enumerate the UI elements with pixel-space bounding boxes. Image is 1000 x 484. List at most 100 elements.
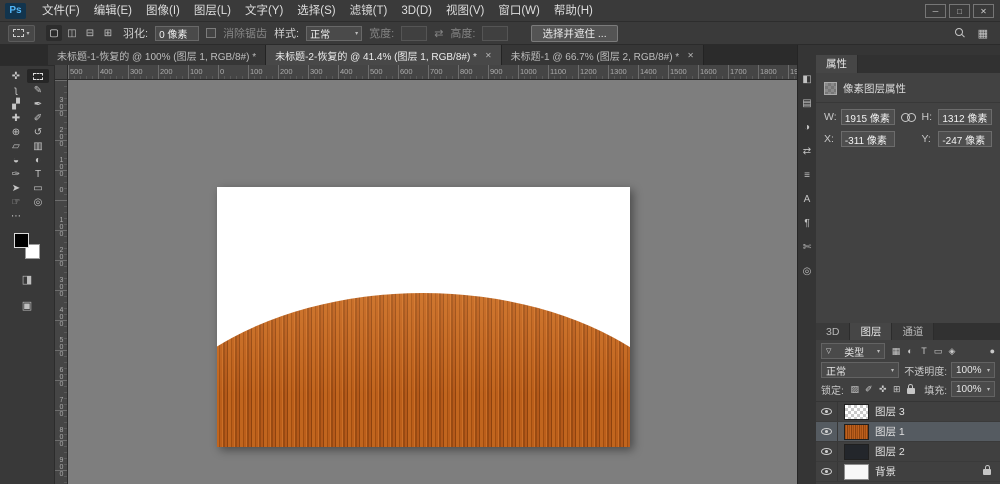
panel-adjustments-icon[interactable]: ◑ [798,115,816,139]
layer-visibility-toggle[interactable] [816,422,838,441]
panel-swatches-icon[interactable]: ▤ [798,91,816,115]
anti-alias-checkbox[interactable] [206,28,216,38]
lasso-tool[interactable]: ʅ [5,83,27,97]
menu-item[interactable]: 图像(I) [139,0,187,22]
lock-all-icon[interactable] [904,382,918,397]
workspace-switcher-icon[interactable]: ▦ [978,27,988,40]
new-selection-icon[interactable]: ▢ [46,25,62,41]
layer-filter-toggle-icon[interactable]: ● [990,346,995,356]
subtract-from-selection-icon[interactable]: ⊟ [82,25,98,41]
brush-tool[interactable]: ✐ [27,111,49,125]
layer-thumbnail[interactable] [844,444,869,460]
menu-item[interactable]: 选择(S) [290,0,342,22]
layer-visibility-toggle[interactable] [816,462,838,481]
menu-item[interactable]: 滤镜(T) [343,0,395,22]
layer-filter-select[interactable]: ▽ 类型 ▾ [821,343,885,359]
document-tab[interactable]: 未标题-2-恢复的 @ 41.4% (图层 1, RGB/8#) *✕ [266,45,502,65]
panel-character-icon[interactable]: A [798,187,816,211]
tab-close-icon[interactable]: ✕ [687,51,694,60]
dodge-tool[interactable]: ◐ [27,153,49,167]
history-brush-tool[interactable]: ↺ [27,125,49,139]
document-tab[interactable]: 未标题-1-恢复的 @ 100% (图层 1, RGB/8#) * [48,45,266,65]
type-tool[interactable]: T [27,167,49,181]
crop-tool[interactable]: ▞ [5,97,27,111]
add-to-selection-icon[interactable]: ◫ [64,25,80,41]
filter-shape-layers-icon[interactable]: ▭ [931,344,945,359]
menu-item[interactable]: 图层(L) [187,0,238,22]
layers-panel-tab[interactable]: 通道 [892,323,934,341]
layer-thumbnail[interactable] [844,464,869,480]
filter-type-layers-icon[interactable]: T [917,344,931,359]
menu-item[interactable]: 文件(F) [35,0,87,22]
rectangle-tool[interactable]: ▭ [27,181,49,195]
filter-adjustment-layers-icon[interactable]: ◐ [903,344,917,359]
screen-mode-icon[interactable]: ▣ [0,299,54,312]
lock-position-icon[interactable]: ✜ [876,382,890,397]
menu-item[interactable]: 窗口(W) [491,0,547,22]
layer-row[interactable]: 图层 3 [816,402,1000,422]
filter-pixel-layers-icon[interactable]: ▦ [889,344,903,359]
gradient-tool[interactable]: ▥ [27,139,49,153]
width-input[interactable] [401,26,427,41]
pen-tool[interactable]: ✑ [5,167,27,181]
layers-panel-tab[interactable]: 3D [816,323,850,341]
tab-properties[interactable]: 属性 [816,55,858,73]
layers-panel-tab[interactable]: 图层 [850,323,892,341]
vertical-ruler[interactable]: 3002001000100200300400500600700800900 [55,80,68,484]
opacity-select[interactable]: 100% ▾ [951,362,995,378]
current-tool-preset[interactable]: ▾ [8,25,35,42]
layer-row[interactable]: 图层 1 [816,422,1000,442]
panel-paragraph-icon[interactable]: ¶ [798,211,816,235]
menu-item[interactable]: 文字(Y) [238,0,290,22]
height-input[interactable] [482,26,508,41]
edit-toolbar-icon[interactable]: ⋯ [5,209,27,223]
filter-smart-objects-icon[interactable]: ◈ [945,344,959,359]
eyedropper-tool[interactable]: ✒ [27,97,49,111]
canvas-area[interactable] [68,80,797,484]
menu-item[interactable]: 编辑(E) [87,0,139,22]
tab-close-icon[interactable]: ✕ [485,51,492,60]
quick-mask-icon[interactable]: ◨ [0,273,54,286]
fill-select[interactable]: 100% ▾ [951,381,995,397]
layer-row[interactable]: 背景 [816,462,1000,482]
layer-row[interactable]: 图层 2 [816,442,1000,462]
lock-transparency-icon[interactable]: ▨ [848,382,862,397]
foreground-color-swatch[interactable] [14,233,29,248]
blend-mode-select[interactable]: 正常 ▾ [821,362,899,378]
spot-healing-brush-tool[interactable]: ✚ [5,111,27,125]
menu-item[interactable]: 帮助(H) [547,0,600,22]
hand-tool[interactable]: ☞ [5,195,27,209]
select-and-mask-button[interactable]: 选择并遮住 ... [531,25,617,42]
eraser-tool[interactable]: ▱ [5,139,27,153]
layer-thumbnail[interactable] [844,424,869,440]
panel-color-icon[interactable]: ◧ [798,67,816,91]
menu-item[interactable]: 视图(V) [439,0,491,22]
lock-paint-icon[interactable]: ✐ [862,382,876,397]
zoom-tool[interactable]: ◎ [27,195,49,209]
clone-stamp-tool[interactable]: ⊕ [5,125,27,139]
search-icon[interactable] [955,28,965,38]
link-dimensions-icon[interactable]: ⇄ [434,27,443,40]
width-prop-field[interactable]: 1915 像素 [841,109,895,125]
style-select[interactable]: 正常 ▾ [306,26,362,41]
move-tool[interactable]: ✜ [5,69,27,83]
panel-info-icon[interactable]: ≡ [798,163,816,187]
layer-visibility-toggle[interactable] [816,442,838,461]
menu-item[interactable]: 3D(D) [394,0,439,22]
document-canvas[interactable] [217,187,630,447]
rectangular-marquee-tool[interactable] [27,69,49,83]
feather-input[interactable]: 0 像素 [155,26,199,41]
layer-thumbnail[interactable] [844,404,869,420]
minimize-button[interactable]: ─ [925,4,946,18]
intersect-selection-icon[interactable]: ⊞ [100,25,116,41]
panel-styles-icon[interactable]: ◎ [798,259,816,283]
layer-visibility-toggle[interactable] [816,402,838,421]
document-tab[interactable]: 未标题-1 @ 66.7% (图层 2, RGB/8#) *✕ [502,45,704,65]
panel-clone-source-icon[interactable]: ✄ [798,235,816,259]
lock-artboard-icon[interactable]: ⊞ [890,382,904,397]
quick-selection-tool[interactable]: ✎ [27,83,49,97]
blur-tool[interactable]: ◒ [5,153,27,167]
horizontal-ruler[interactable]: 5004003002001000100200300400500600700800… [68,65,797,80]
x-prop-field[interactable]: -311 像素 [841,131,895,147]
close-button[interactable]: ✕ [973,4,994,18]
